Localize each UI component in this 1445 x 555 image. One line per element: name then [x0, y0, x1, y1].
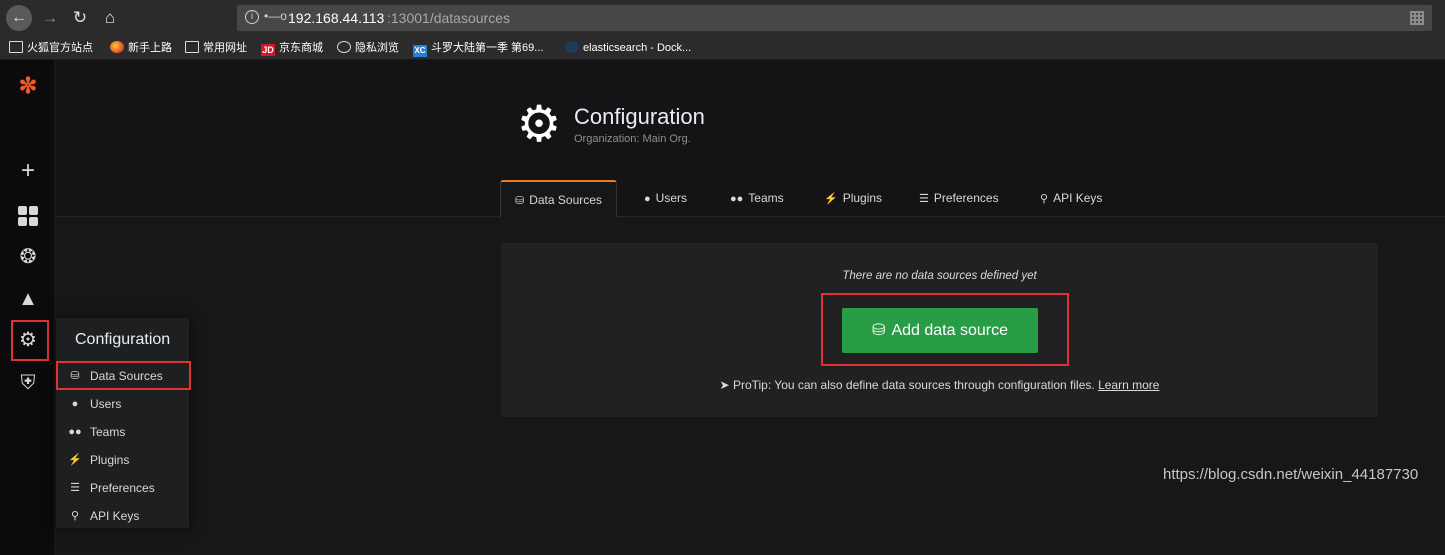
bookmark-item[interactable]: 常用网址 [185, 40, 247, 56]
reload-icon[interactable]: ↻ [68, 6, 92, 30]
watermark: https://blog.csdn.net/weixin_44187730 [1163, 466, 1419, 483]
compass-icon[interactable]: ❂ [14, 243, 42, 271]
highlight-box [56, 361, 191, 390]
dashboards-icon[interactable] [14, 201, 42, 229]
empty-state-panel: There are no data sources defined yet ⛁ A… [501, 243, 1378, 417]
back-arrow-icon[interactable]: ← [6, 5, 32, 31]
browser-toolbar: ← → ↻ ⌂ i •—o 192.168.44.113 :13001/data… [0, 0, 1445, 36]
flyout-item-preferences[interactable]: ☰ Preferences [56, 474, 189, 502]
sliders-icon: ☰ [919, 193, 929, 205]
flyout-title: Configuration [75, 331, 171, 348]
bookmark-item[interactable]: elasticsearch - Dock... [565, 40, 691, 56]
flyout-item-users[interactable]: ● Users [56, 390, 189, 418]
xc-icon: XC [413, 45, 427, 57]
page-title: Configuration [574, 104, 705, 129]
add-data-source-button[interactable]: ⛁ Add data source [842, 308, 1038, 353]
user-icon: ● [71, 398, 79, 410]
bell-icon[interactable]: ▲ [14, 285, 42, 313]
key-icon: ⚲ [70, 510, 80, 522]
firefox-icon [110, 41, 124, 53]
grafana-app: ⚙ Configuration Organization: Main Org. … [0, 60, 1445, 555]
forward-arrow-icon[interactable]: → [38, 6, 62, 30]
sliders-icon: ☰ [70, 482, 80, 494]
flyout-item-api-keys[interactable]: ⚲ API Keys [56, 502, 189, 530]
grafana-logo-icon[interactable]: ✼ [14, 72, 42, 100]
globe-icon [337, 41, 351, 53]
users-icon: ●● [68, 426, 82, 438]
docker-icon [565, 41, 579, 53]
home-icon[interactable]: ⌂ [98, 6, 122, 30]
bookmark-item[interactable]: 隐私浏览 [337, 40, 399, 56]
database-icon: ⛁ [515, 195, 525, 207]
plus-icon[interactable]: + [14, 157, 42, 185]
bookmark-item[interactable]: 新手上路 [110, 40, 172, 56]
tab-preferences[interactable]: ☰ Preferences [905, 180, 1013, 217]
highlight-box [11, 320, 49, 361]
users-icon: ●● [730, 193, 744, 205]
qr-code-icon[interactable] [1410, 11, 1424, 25]
bookmark-item[interactable]: 火狐官方站点 [9, 40, 93, 56]
page-header: ⚙ Configuration Organization: Main Org. … [56, 60, 1445, 218]
key-icon: •—o [264, 9, 287, 23]
folder-icon [185, 41, 199, 53]
rocket-icon: ➤ [719, 378, 730, 392]
info-icon[interactable]: i [245, 10, 259, 24]
url-host: 192.168.44.113 [288, 10, 385, 26]
tab-users[interactable]: ● Users [630, 180, 701, 217]
config-flyout-menu: Configuration ⛁ Data Sources ● Users ●● Tea… [56, 318, 191, 530]
address-bar[interactable]: i •—o 192.168.44.113 :13001/datasources [237, 5, 1432, 31]
gear-icon: ⚙ [516, 96, 562, 152]
bookmark-item[interactable]: JD 京东商城 [261, 40, 323, 56]
user-icon: ● [644, 193, 651, 205]
flyout-item-teams[interactable]: ●● Teams [56, 418, 189, 446]
tab-data-sources[interactable]: ⛁ Data Sources [500, 180, 617, 218]
plug-icon: ⚡ [68, 454, 82, 466]
tab-teams[interactable]: ●● Teams [716, 180, 798, 217]
shield-icon[interactable]: ⛨ [14, 369, 42, 397]
protip: ➤ ProTip: You can also define data sourc… [719, 378, 1160, 392]
flyout-item-plugins[interactable]: ⚡ Plugins [56, 446, 189, 474]
plug-icon: ⚡ [824, 193, 838, 205]
key-icon: ⚲ [1040, 193, 1049, 205]
tab-plugins[interactable]: ⚡ Plugins [810, 180, 896, 217]
side-menu: ✼ + ❂ ▲ ⚙ ⛨ [0, 60, 55, 555]
bookmark-item[interactable]: XC 斗罗大陆第一季 第69... [413, 40, 543, 57]
database-icon: ⛁ [872, 322, 886, 339]
tab-api-keys[interactable]: ⚲ API Keys [1026, 180, 1116, 217]
folder-icon [9, 41, 23, 53]
page-subtitle: Organization: Main Org. [574, 133, 691, 145]
jd-icon: JD [261, 44, 275, 56]
empty-state-message: There are no data sources defined yet [842, 270, 1037, 282]
url-path: :13001/datasources [387, 10, 510, 26]
learn-more-link[interactable]: Learn more [1098, 378, 1159, 392]
bookmarks-bar: 火狐官方站点 新手上路 常用网址 JD 京东商城 隐私浏览 XC 斗罗大陆第一季 第… [0, 36, 1445, 60]
